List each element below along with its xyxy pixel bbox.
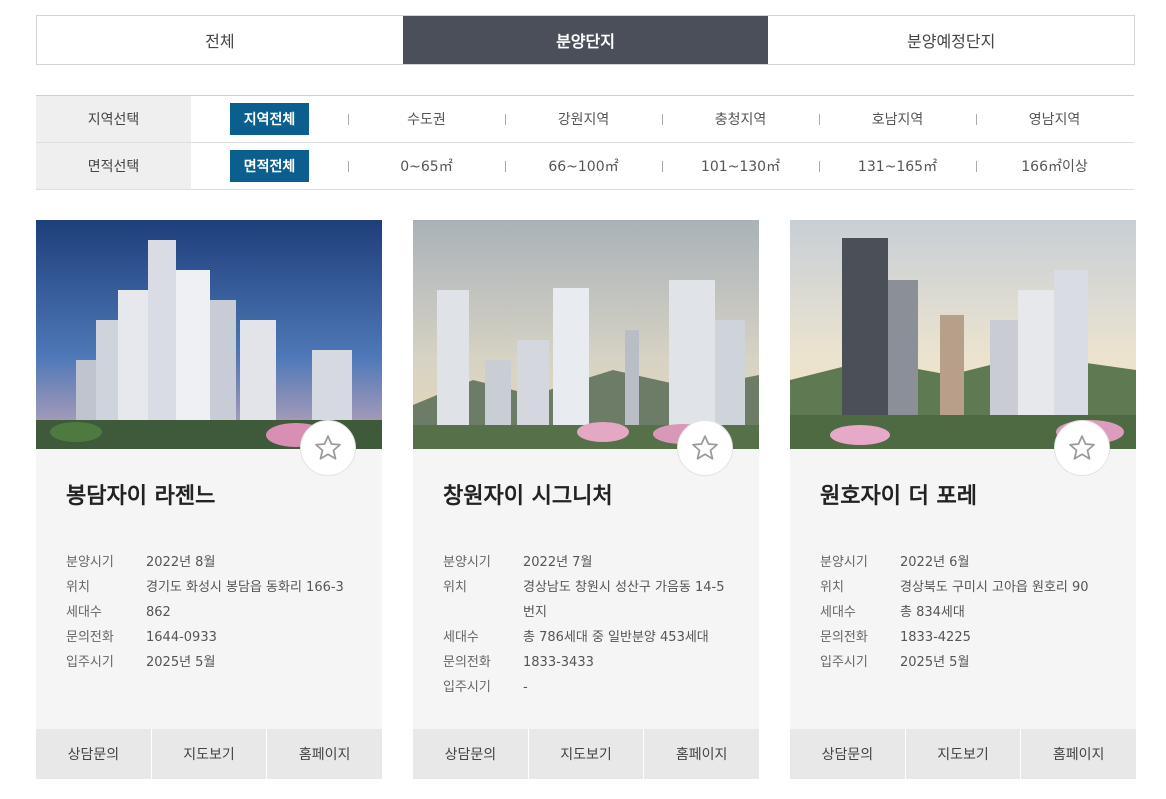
area-option-131-165[interactable]: 131~165㎡: [819, 143, 976, 189]
movein-label: 입주시기: [443, 680, 491, 695]
phone-value: 1833-4225: [900, 630, 971, 645]
region-option-yeongnam[interactable]: 영남지역: [976, 96, 1133, 142]
sale-value: 2022년 6월: [900, 555, 970, 570]
phone-label: 문의전화: [443, 655, 491, 670]
homepage-button[interactable]: 홈페이지: [266, 729, 382, 779]
sale-label: 분양시기: [66, 555, 114, 570]
sale-value: 2022년 8월: [146, 555, 216, 570]
favorite-button[interactable]: [677, 420, 733, 476]
region-option-honam[interactable]: 호남지역: [819, 96, 976, 142]
star-icon: [1069, 435, 1095, 460]
region-filter-row: 지역선택 지역전체 수도권 강원지역 충청지역 호남지역 영남지역: [36, 96, 1134, 143]
complex-card: 봉담자이 라젠느 분양시기 2022년 8월 위치 경기도 화성시 봉담읍 동화리 …: [36, 220, 382, 779]
complex-info: 분양시기 2022년 7월 위치 경상남도 창원시 성산구 가음동 14-5번지 세…: [443, 550, 733, 700]
region-filter-label: 지역선택: [36, 96, 191, 142]
movein-label: 입주시기: [66, 655, 114, 670]
households-label: 세대수: [443, 630, 479, 645]
tab-all[interactable]: 전체: [37, 16, 403, 64]
area-option-all[interactable]: 면적전체: [191, 143, 348, 189]
star-icon: [315, 435, 341, 460]
complex-info: 분양시기 2022년 8월 위치 경기도 화성시 봉담읍 동화리 166-3 세대수…: [66, 550, 356, 675]
tab-selling[interactable]: 분양단지: [402, 16, 769, 64]
region-option-capital[interactable]: 수도권: [348, 96, 505, 142]
complex-tabs: 전체 분양단지 분양예정단지: [36, 15, 1135, 65]
filter-table: 지역선택 지역전체 수도권 강원지역 충청지역 호남지역 영남지역 면적선택 면…: [36, 95, 1134, 190]
location-value: 경기도 화성시 봉담읍 동화리 166-3: [146, 580, 344, 595]
consult-button[interactable]: 상담문의: [413, 729, 528, 779]
complex-title: 창원자이 시그니처: [443, 484, 613, 509]
location-label: 위치: [820, 580, 844, 595]
households-value: 862: [146, 605, 171, 620]
card-actions: 상담문의 지도보기 홈페이지: [36, 729, 382, 779]
phone-value: 1833-3433: [523, 655, 594, 670]
sale-label: 분양시기: [443, 555, 491, 570]
region-option-all[interactable]: 지역전체: [191, 96, 348, 142]
households-label: 세대수: [66, 605, 102, 620]
area-filter-label: 면적선택: [36, 143, 191, 189]
tab-upcoming[interactable]: 분양예정단지: [768, 16, 1134, 64]
card-actions: 상담문의 지도보기 홈페이지: [413, 729, 759, 779]
movein-value: -: [523, 680, 528, 695]
location-value: 경상북도 구미시 고아읍 원호리 90: [900, 580, 1089, 595]
consult-button[interactable]: 상담문의: [790, 729, 905, 779]
complex-photo[interactable]: [36, 220, 382, 449]
complex-title: 원호자이 더 포레: [820, 484, 977, 509]
star-icon: [692, 435, 718, 460]
card-actions: 상담문의 지도보기 홈페이지: [790, 729, 1136, 779]
complex-info: 분양시기 2022년 6월 위치 경상북도 구미시 고아읍 원호리 90 세대수 총 …: [820, 550, 1110, 675]
movein-value: 2025년 5월: [900, 655, 970, 670]
location-label: 위치: [66, 580, 90, 595]
region-option-chungcheong[interactable]: 충청지역: [662, 96, 819, 142]
area-option-0-65[interactable]: 0~65㎡: [348, 143, 505, 189]
homepage-button[interactable]: 홈페이지: [1020, 729, 1136, 779]
complex-photo[interactable]: [413, 220, 759, 449]
map-button[interactable]: 지도보기: [150, 729, 267, 779]
consult-button[interactable]: 상담문의: [36, 729, 151, 779]
area-option-66-100[interactable]: 66~100㎡: [505, 143, 662, 189]
location-label: 위치: [443, 580, 467, 595]
phone-label: 문의전화: [820, 630, 868, 645]
movein-value: 2025년 5월: [146, 655, 216, 670]
map-button[interactable]: 지도보기: [904, 729, 1021, 779]
sale-value: 2022년 7월: [523, 555, 593, 570]
sale-label: 분양시기: [820, 555, 868, 570]
favorite-button[interactable]: [1054, 420, 1110, 476]
homepage-button[interactable]: 홈페이지: [643, 729, 759, 779]
households-value: 총 786세대 중 일반분양 453세대: [523, 630, 709, 645]
map-button[interactable]: 지도보기: [527, 729, 644, 779]
households-label: 세대수: [820, 605, 856, 620]
complex-card: 창원자이 시그니처 분양시기 2022년 7월 위치 경상남도 창원시 성산구 가음…: [413, 220, 759, 779]
phone-value: 1644-0933: [146, 630, 217, 645]
favorite-button[interactable]: [300, 420, 356, 476]
complex-photo[interactable]: [790, 220, 1136, 449]
complex-card: 원호자이 더 포레 분양시기 2022년 6월 위치 경상북도 구미시 고아읍 원호…: [790, 220, 1136, 779]
households-value: 총 834세대: [900, 605, 965, 620]
area-option-166-plus[interactable]: 166㎡이상: [976, 143, 1133, 189]
location-value: 경상남도 창원시 성산구 가음동 14-5번지: [523, 580, 725, 620]
phone-label: 문의전화: [66, 630, 114, 645]
movein-label: 입주시기: [820, 655, 868, 670]
complex-title: 봉담자이 라젠느: [66, 484, 216, 509]
region-option-gangwon[interactable]: 강원지역: [505, 96, 662, 142]
area-filter-row: 면적선택 면적전체 0~65㎡ 66~100㎡ 101~130㎡ 131~165…: [36, 143, 1134, 190]
area-option-101-130[interactable]: 101~130㎡: [662, 143, 819, 189]
